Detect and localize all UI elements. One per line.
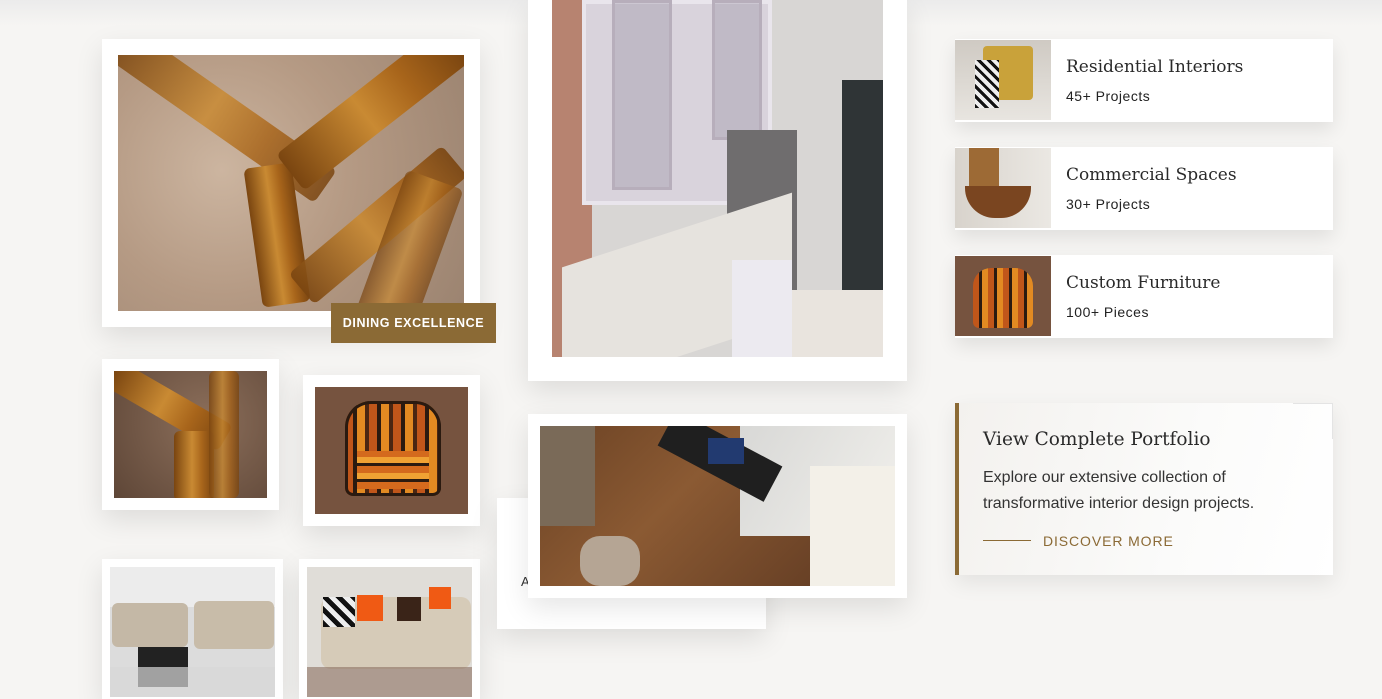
category-title: Residential Interiors (1066, 57, 1244, 77)
chair-armrest-image (114, 371, 267, 498)
gallery-thumb-armchair[interactable] (303, 375, 480, 526)
category-count: 30+ Projects (1066, 196, 1151, 212)
category-card-commercial[interactable]: Commercial Spaces 30+ Projects (955, 147, 1333, 230)
category-count: 100+ Pieces (1066, 304, 1149, 320)
sofa-with-cushions-image (307, 567, 472, 697)
dining-chair-closeup-image (118, 55, 464, 311)
living-room-sofas-image (110, 567, 275, 697)
category-title: Custom Furniture (1066, 273, 1221, 293)
gallery-main-frame[interactable] (102, 39, 480, 327)
gallery-thumb-sofa-cushions[interactable] (299, 559, 480, 699)
cta-line-decoration (983, 540, 1031, 541)
portfolio-description: Explore our extensive collection of tran… (983, 469, 1255, 512)
category-card-custom-furniture[interactable]: Custom Furniture 100+ Pieces (955, 255, 1333, 338)
kitchen-interior-image (552, 0, 883, 357)
living-room-tv-image (540, 426, 895, 586)
custom-furniture-thumb-image (955, 256, 1051, 336)
category-count: 45+ Projects (1066, 88, 1151, 104)
card-corner-decoration (1293, 403, 1333, 439)
category-title: Commercial Spaces (1066, 165, 1237, 185)
commercial-thumb-image (955, 148, 1051, 228)
dining-excellence-badge: DINING EXCELLENCE (331, 303, 496, 343)
gallery-thumb-armrest[interactable] (102, 359, 279, 510)
gallery-living-frame[interactable] (528, 414, 907, 598)
gallery-kitchen-frame[interactable] (528, 0, 907, 381)
category-card-residential[interactable]: Residential Interiors 45+ Projects (955, 39, 1333, 122)
portfolio-card[interactable]: View Complete Portfolio Explore our exte… (955, 403, 1333, 575)
residential-thumb-image (955, 40, 1051, 120)
patterned-armchair-image (315, 387, 468, 514)
gallery-thumb-living-sofas[interactable] (102, 559, 283, 699)
portfolio-title: View Complete Portfolio (983, 429, 1211, 450)
discover-more-link[interactable]: DISCOVER MORE (1043, 533, 1174, 549)
